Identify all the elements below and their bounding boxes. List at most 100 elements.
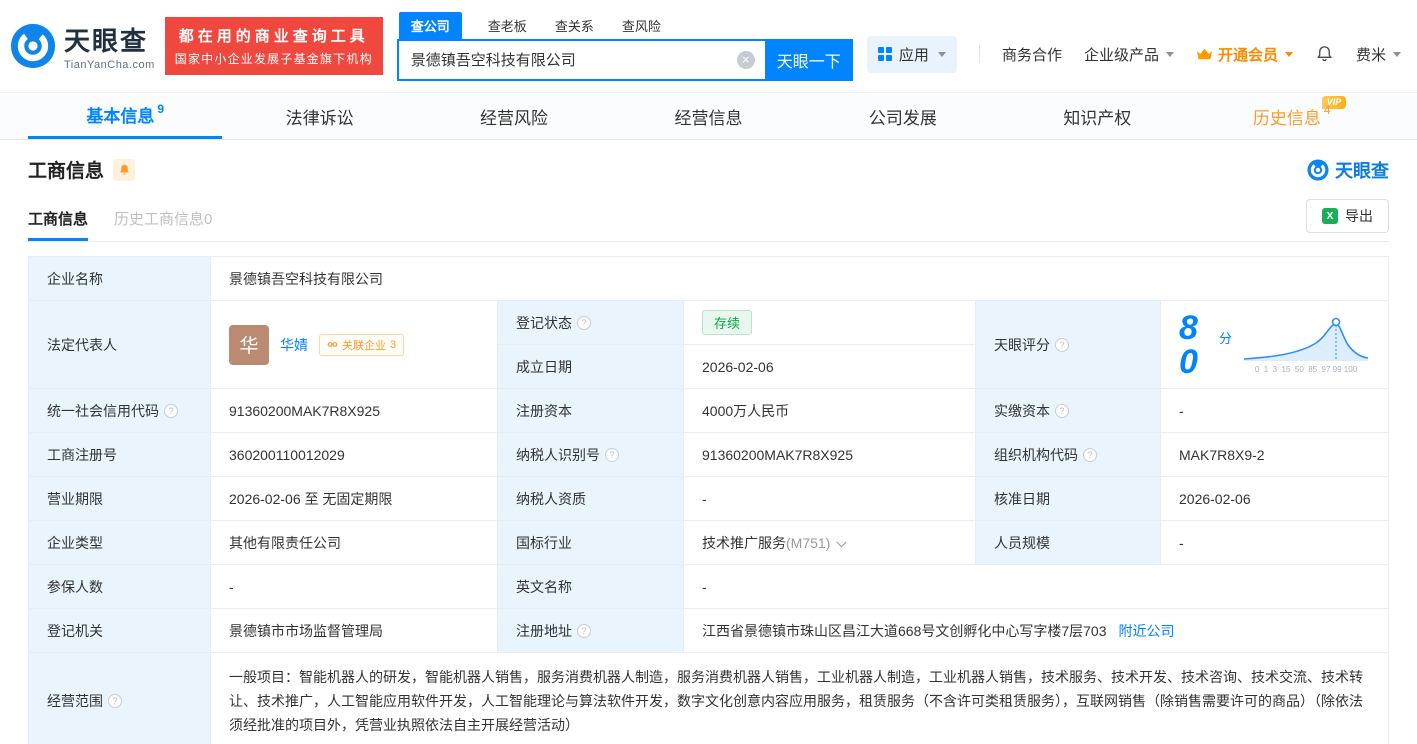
export-button[interactable]: X 导出 bbox=[1306, 199, 1389, 233]
related-companies-tag[interactable]: 关联企业 3 bbox=[319, 333, 405, 356]
field-label: 工商注册号 bbox=[47, 446, 117, 463]
search-tab-company[interactable]: 查公司 bbox=[398, 11, 462, 39]
field-label: 登记状态 bbox=[516, 314, 572, 331]
staff-size-value-cell: - bbox=[1160, 520, 1389, 565]
table-row: 工商注册号 360200110012029 纳税人识别号 ? 91360200M… bbox=[28, 432, 1389, 477]
tab-company-development[interactable]: 公司发展 bbox=[806, 93, 1000, 139]
nearby-companies-link[interactable]: 附近公司 bbox=[1119, 623, 1175, 639]
tab-history-info[interactable]: VIP 历史信息 4 bbox=[1195, 93, 1389, 139]
bell-icon bbox=[1317, 46, 1332, 62]
help-icon[interactable]: ? bbox=[577, 315, 591, 330]
table-row: 登记机关 景德镇市市场监督管理局 注册地址 ? 江西省景德镇市珠山区昌江大道66… bbox=[28, 608, 1389, 653]
enterprise-products-menu[interactable]: 企业级产品 bbox=[1084, 44, 1174, 65]
brand-domain: TianYanCha.com bbox=[64, 59, 155, 71]
score-value-cell: 80 分 0 1 3 15 50 85 97 99 100 bbox=[1160, 300, 1389, 389]
promo-banner-line1: 都在用的商业查询工具 bbox=[178, 28, 369, 45]
field-label: 注册地址 bbox=[516, 622, 572, 639]
field-label: 参保人数 bbox=[47, 578, 103, 595]
field-label: 实缴资本 bbox=[994, 402, 1050, 419]
business-info-table: 企业名称 景德镇吾空科技有限公司 法定代表人 华 华婧 关联企业 3 登记状态 … bbox=[28, 256, 1389, 744]
clear-search-icon[interactable]: × bbox=[736, 50, 755, 69]
tianyancha-logo-icon bbox=[1307, 158, 1329, 181]
score-label-cell: 天眼评分 ? bbox=[975, 300, 1161, 389]
reg-capital-label-cell: 注册资本 bbox=[497, 388, 684, 433]
tianyancha-logo[interactable]: 天眼查 TianYanCha.com bbox=[10, 21, 155, 71]
table-row: 营业期限 2026-02-06 至 无固定期限 纳税人资质 - 核准日期 202… bbox=[28, 476, 1389, 521]
credit-code-value-cell: 91360200MAK7R8X925 bbox=[210, 388, 498, 433]
score-chart[interactable]: 0 1 3 15 50 85 97 99 100 bbox=[1242, 316, 1370, 374]
field-label: 英文名称 bbox=[516, 578, 572, 595]
search-row: × 天眼一下 bbox=[396, 38, 853, 81]
notification-bell-icon[interactable] bbox=[1315, 44, 1334, 64]
help-icon[interactable]: ? bbox=[164, 403, 178, 418]
score-curve-icon bbox=[1243, 317, 1369, 361]
taxpayer-quality-label-cell: 纳税人资质 bbox=[497, 476, 684, 521]
business-scope: 一般项目：智能机器人的研发，智能机器人销售，服务消费机器人制造，服务消费机器人销… bbox=[229, 669, 1363, 733]
help-icon[interactable]: ? bbox=[108, 694, 122, 708]
subscribe-bell-icon[interactable] bbox=[113, 158, 136, 181]
tab-count: 4 bbox=[1323, 103, 1331, 117]
insured-count-value-cell: - bbox=[210, 564, 498, 609]
search-button[interactable]: 天眼一下 bbox=[764, 38, 853, 81]
company-name: 景德镇吾空科技有限公司 bbox=[229, 270, 383, 287]
apps-grid-icon bbox=[877, 47, 892, 61]
reg-address-value-cell: 江西省景德镇市珠山区昌江大道668号文创孵化中心写字楼7层703 附近公司 bbox=[683, 608, 1389, 653]
english-name: - bbox=[702, 578, 707, 595]
tab-operation-info[interactable]: 经营信息 bbox=[611, 93, 805, 139]
industry-expand-icon[interactable] bbox=[836, 537, 847, 547]
user-menu[interactable]: 费米 bbox=[1356, 44, 1401, 65]
search-tab-risk[interactable]: 查风险 bbox=[620, 12, 663, 39]
search-tab-boss[interactable]: 查老板 bbox=[486, 12, 529, 39]
search-tab-relation[interactable]: 查关系 bbox=[553, 12, 596, 39]
legal-rep-value-cell: 华 华婧 关联企业 3 bbox=[210, 300, 498, 389]
paid-capital-value-cell: - bbox=[1160, 388, 1389, 433]
help-icon[interactable]: ? bbox=[1055, 337, 1069, 352]
staff-size-label-cell: 人员规模 bbox=[975, 520, 1161, 565]
business-coop-link[interactable]: 商务合作 bbox=[1002, 44, 1062, 65]
vip-label: 开通会员 bbox=[1217, 46, 1278, 64]
taxpayer-quality: - bbox=[702, 490, 707, 507]
table-row: 参保人数 - 英文名称 - bbox=[28, 564, 1389, 609]
bell-icon bbox=[119, 164, 129, 175]
reg-address: 江西省景德镇市珠山区昌江大道668号文创孵化中心写字楼7层703 bbox=[702, 622, 1107, 639]
tab-intellectual-property[interactable]: 知识产权 bbox=[1000, 93, 1194, 139]
search-input[interactable] bbox=[396, 38, 765, 81]
help-icon[interactable]: ? bbox=[1083, 447, 1097, 462]
section-title: 工商信息 bbox=[28, 161, 105, 182]
tab-legal-litigation[interactable]: 法律诉讼 bbox=[222, 93, 416, 139]
reg-number-value-cell: 360200110012029 bbox=[210, 432, 498, 477]
subtab-business-info[interactable]: 工商信息 bbox=[28, 208, 89, 241]
reg-status-label-cell: 登记状态 ? bbox=[497, 300, 684, 345]
tab-operation-risk[interactable]: 经营风险 bbox=[417, 93, 611, 139]
legal-rep-avatar[interactable]: 华 bbox=[229, 324, 269, 365]
section-header: 工商信息 天眼查 bbox=[28, 156, 1389, 183]
chevron-down-icon bbox=[1165, 51, 1174, 57]
chevron-down-icon bbox=[1393, 51, 1401, 57]
tianyancha-watermark: 天眼查 bbox=[1307, 157, 1389, 183]
company-name-label-cell: 企业名称 bbox=[28, 256, 211, 301]
vip-upgrade-menu[interactable]: 开通会员 bbox=[1196, 44, 1293, 65]
apps-menu[interactable]: 应用 bbox=[866, 35, 957, 73]
field-label: 统一社会信用代码 bbox=[47, 402, 159, 419]
approval-date-value-cell: 2026-02-06 bbox=[1160, 476, 1389, 521]
subtab-history-business-info[interactable]: 历史工商信息0 bbox=[114, 208, 212, 241]
help-icon[interactable]: ? bbox=[577, 623, 591, 638]
help-icon[interactable]: ? bbox=[1055, 403, 1069, 418]
industry-value-cell: 技术推广服务(M751) bbox=[683, 520, 976, 565]
english-name-value-cell: - bbox=[683, 564, 1389, 609]
taxpayer-id-label-cell: 纳税人识别号 ? bbox=[497, 432, 684, 477]
reg-authority-value-cell: 景德镇市市场监督管理局 bbox=[210, 608, 498, 653]
header-nav: 应用 商务合作 企业级产品 开通会员 费米 bbox=[866, 35, 1401, 73]
excel-icon: X bbox=[1322, 208, 1338, 224]
reg-number-label-cell: 工商注册号 bbox=[28, 432, 211, 477]
tab-basic-info[interactable]: 基本信息 9 bbox=[28, 93, 223, 139]
help-icon[interactable]: ? bbox=[605, 447, 619, 462]
search-box: × bbox=[396, 38, 765, 81]
field-label: 企业名称 bbox=[47, 270, 103, 287]
subtabs-row: 工商信息 历史工商信息0 X 导出 bbox=[28, 199, 1389, 242]
legal-rep-name-link[interactable]: 华婧 bbox=[280, 335, 308, 355]
industry-label-cell: 国标行业 bbox=[497, 520, 684, 565]
brand-name: 天眼查 bbox=[64, 26, 149, 56]
reg-number: 360200110012029 bbox=[229, 446, 345, 463]
main-tabs: 基本信息 9 法律诉讼 经营风险 经营信息 公司发展 知识产权 VIP 历史信息… bbox=[0, 92, 1417, 140]
